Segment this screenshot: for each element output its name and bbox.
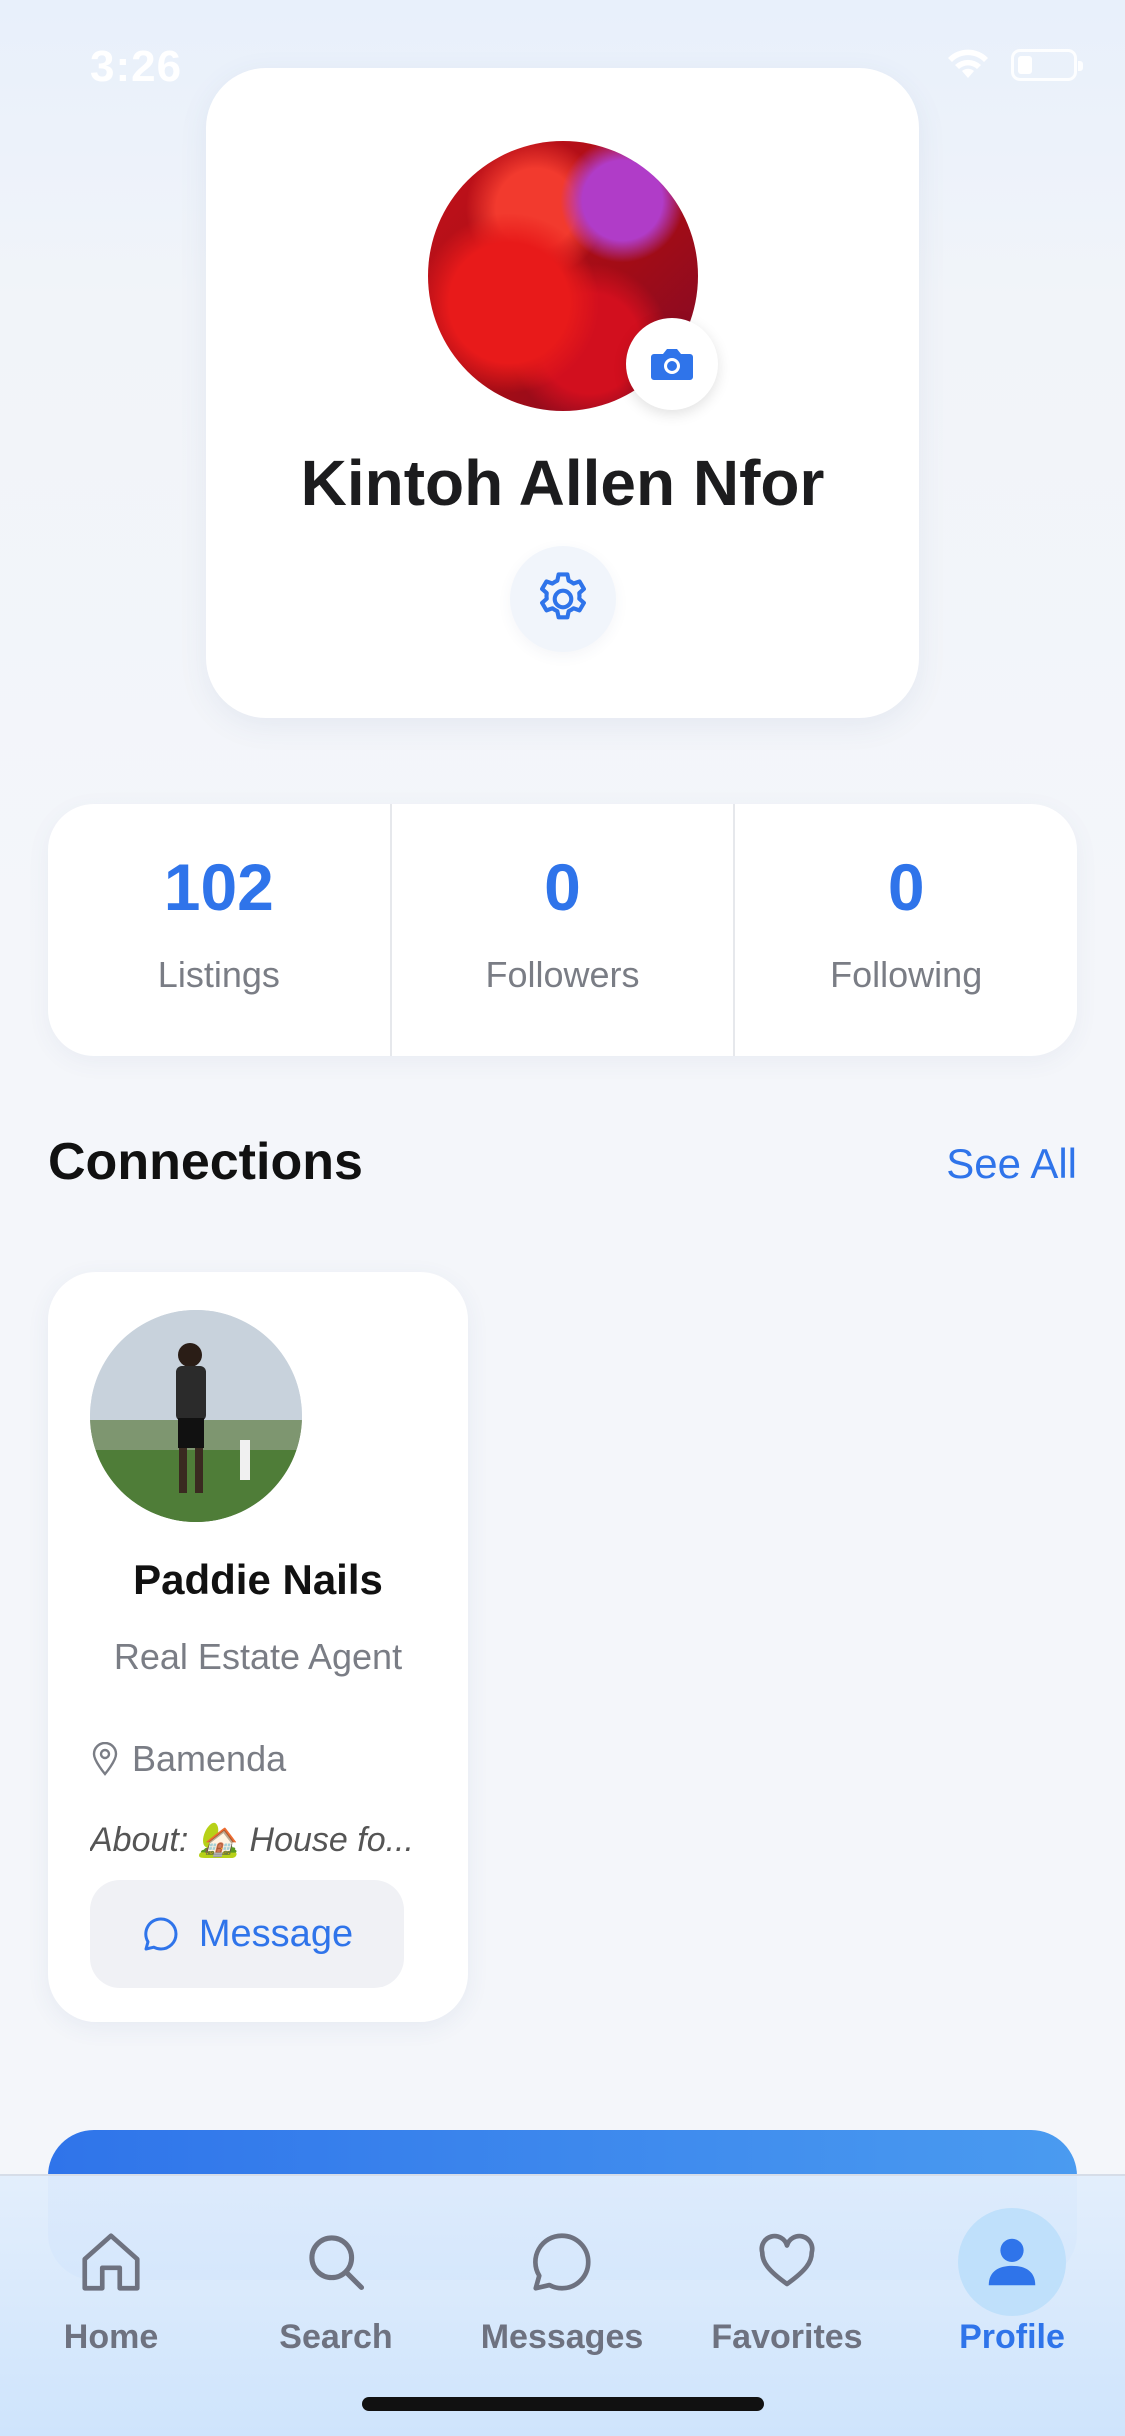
stat-value: 0 <box>887 850 925 924</box>
tab-search[interactable]: Search <box>241 2212 431 2357</box>
profile-stats: 102 Listings 0 Followers 0 Following <box>48 804 1077 1056</box>
home-indicator <box>362 2397 764 2411</box>
tab-messages[interactable]: Messages <box>467 2212 657 2357</box>
tab-label: Messages <box>480 2318 644 2356</box>
status-icons <box>945 48 1083 82</box>
location-pin-icon <box>92 1742 118 1776</box>
message-button[interactable]: Message <box>90 1880 404 1988</box>
profile-name: Kintoh Allen Nfor <box>300 447 825 519</box>
settings-button[interactable] <box>510 546 616 652</box>
connection-avatar <box>90 1310 302 1522</box>
profile-card: Kintoh Allen Nfor <box>206 68 919 718</box>
see-all-link[interactable]: See All <box>946 1140 1077 1188</box>
tab-label: Profile <box>959 2318 1065 2356</box>
stat-label: Followers <box>485 954 640 995</box>
tab-label: Search <box>279 2318 393 2356</box>
chat-icon <box>144 1917 178 1951</box>
tab-favorites[interactable]: Favorites <box>692 2212 882 2357</box>
tab-profile[interactable]: Profile <box>917 2208 1107 2357</box>
status-time: 3:26 <box>90 42 183 91</box>
stat-followers[interactable]: 0 Followers <box>392 804 736 1056</box>
search-icon <box>309 2235 365 2291</box>
tab-label: Favorites <box>711 2318 863 2356</box>
connection-location-text: Bamenda <box>132 1738 287 1779</box>
connection-location: Bamenda <box>92 1738 286 1780</box>
wifi-icon <box>948 49 988 78</box>
connection-about: About: 🏡 House fo... <box>90 1821 414 1859</box>
person-icon <box>988 2238 1036 2286</box>
chat-icon <box>533 2233 591 2291</box>
message-button-label: Message <box>198 1912 354 1955</box>
camera-icon <box>651 349 693 380</box>
person-photo-icon <box>90 1310 302 1522</box>
stat-listings[interactable]: 102 Listings <box>48 804 392 1056</box>
connection-role: Real Estate Agent <box>113 1636 403 1677</box>
battery-icon <box>1011 49 1083 81</box>
tab-home[interactable]: Home <box>16 2212 206 2357</box>
active-tab-indicator <box>958 2208 1066 2316</box>
stat-label: Listings <box>157 954 280 995</box>
stat-following[interactable]: 0 Following <box>735 804 1077 1056</box>
heart-icon <box>759 2233 815 2287</box>
stat-value: 0 <box>544 850 581 924</box>
tab-label: Home <box>63 2318 159 2356</box>
stat-value: 102 <box>163 850 274 924</box>
change-photo-button[interactable] <box>626 318 718 410</box>
connection-name: Paddie Nails <box>133 1556 383 1603</box>
gear-icon <box>540 572 586 620</box>
connection-card[interactable]: Paddie Nails Real Estate Agent Bamenda A… <box>48 1272 468 2022</box>
connections-title: Connections <box>48 1133 363 1191</box>
home-icon <box>82 2233 140 2291</box>
stat-label: Following <box>830 954 983 995</box>
